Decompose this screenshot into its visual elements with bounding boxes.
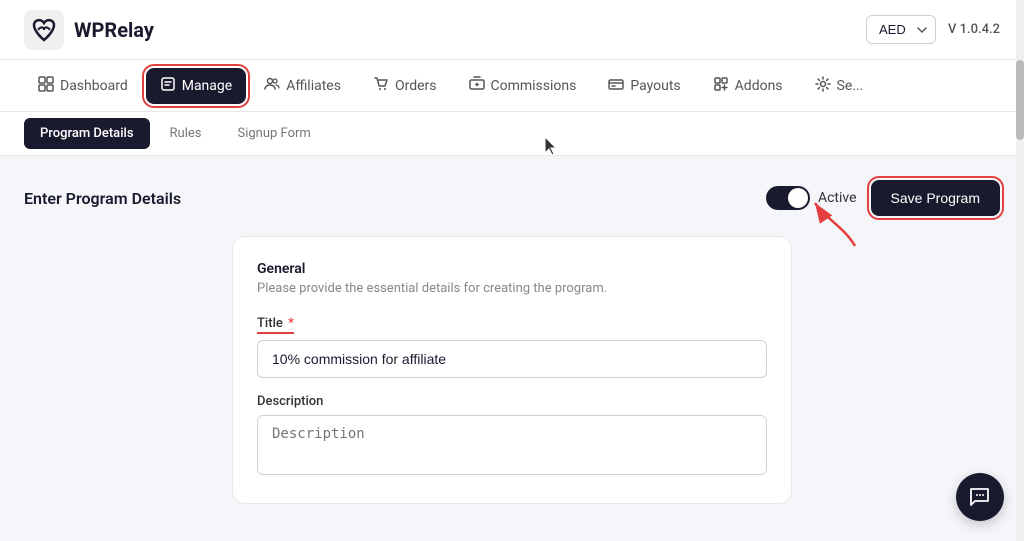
main-nav: Dashboard Manage Affiliates Orders Commi…	[0, 60, 1024, 112]
sub-nav: Program Details Rules Signup Form	[0, 112, 1024, 156]
nav-label-addons: Addons	[735, 78, 783, 94]
description-input[interactable]	[257, 415, 767, 475]
nav-item-commissions[interactable]: Commissions	[455, 68, 591, 104]
scrollbar-thumb[interactable]	[1016, 60, 1024, 140]
settings-icon	[815, 76, 831, 96]
version-badge: V 1.0.4.2	[948, 22, 1000, 37]
nav-item-manage[interactable]: Manage	[146, 68, 246, 104]
header-right: AED USD EUR V 1.0.4.2	[866, 15, 1000, 44]
page-title: Enter Program Details	[24, 189, 181, 208]
required-indicator: *	[285, 316, 294, 331]
nav-item-addons[interactable]: Addons	[699, 68, 797, 104]
tab-signup-form[interactable]: Signup Form	[221, 118, 326, 149]
save-program-button[interactable]: Save Program	[871, 180, 1000, 216]
title-label-text: Title *	[257, 316, 294, 334]
tab-rules[interactable]: Rules	[154, 118, 218, 149]
payouts-icon	[608, 76, 624, 96]
form-section-title: General	[257, 261, 767, 277]
active-toggle[interactable]	[766, 186, 810, 210]
dashboard-icon	[38, 76, 54, 96]
header: WPRelay AED USD EUR V 1.0.4.2	[0, 0, 1024, 60]
affiliates-icon	[264, 76, 280, 96]
logo-icon	[24, 10, 64, 50]
nav-item-orders[interactable]: Orders	[359, 68, 451, 104]
description-field-label: Description	[257, 394, 767, 409]
title-input[interactable]	[257, 340, 767, 378]
nav-label-affiliates: Affiliates	[286, 78, 341, 94]
nav-item-payouts[interactable]: Payouts	[594, 68, 694, 104]
nav-label-dashboard: Dashboard	[60, 78, 128, 94]
logo-text: WPRelay	[74, 18, 154, 42]
currency-wrapper[interactable]: AED USD EUR	[866, 15, 936, 44]
nav-label-orders: Orders	[395, 78, 437, 94]
main-content: Enter Program Details Active Save Progra…	[0, 156, 1024, 541]
logo-area: WPRelay	[24, 10, 154, 50]
form-card: General Please provide the essential det…	[232, 236, 792, 504]
nav-label-manage: Manage	[182, 78, 232, 94]
header-actions: Active Save Program	[766, 180, 1000, 216]
orders-icon	[373, 76, 389, 96]
title-field-label: Title *	[257, 316, 767, 334]
nav-label-payouts: Payouts	[630, 78, 680, 94]
nav-label-settings: Se...	[837, 78, 864, 94]
tab-program-details[interactable]: Program Details	[24, 118, 150, 149]
addons-icon	[713, 76, 729, 96]
arrow-annotation	[805, 198, 865, 248]
nav-item-dashboard[interactable]: Dashboard	[24, 68, 142, 104]
chat-bubble-button[interactable]	[956, 473, 1004, 521]
nav-item-affiliates[interactable]: Affiliates	[250, 68, 355, 104]
nav-label-commissions: Commissions	[491, 78, 577, 94]
commissions-icon	[469, 76, 485, 96]
nav-item-settings[interactable]: Se...	[801, 68, 878, 104]
currency-select[interactable]: AED USD EUR	[866, 15, 936, 44]
manage-icon	[160, 76, 176, 96]
chat-icon	[968, 485, 992, 509]
form-section-desc: Please provide the essential details for…	[257, 281, 767, 296]
